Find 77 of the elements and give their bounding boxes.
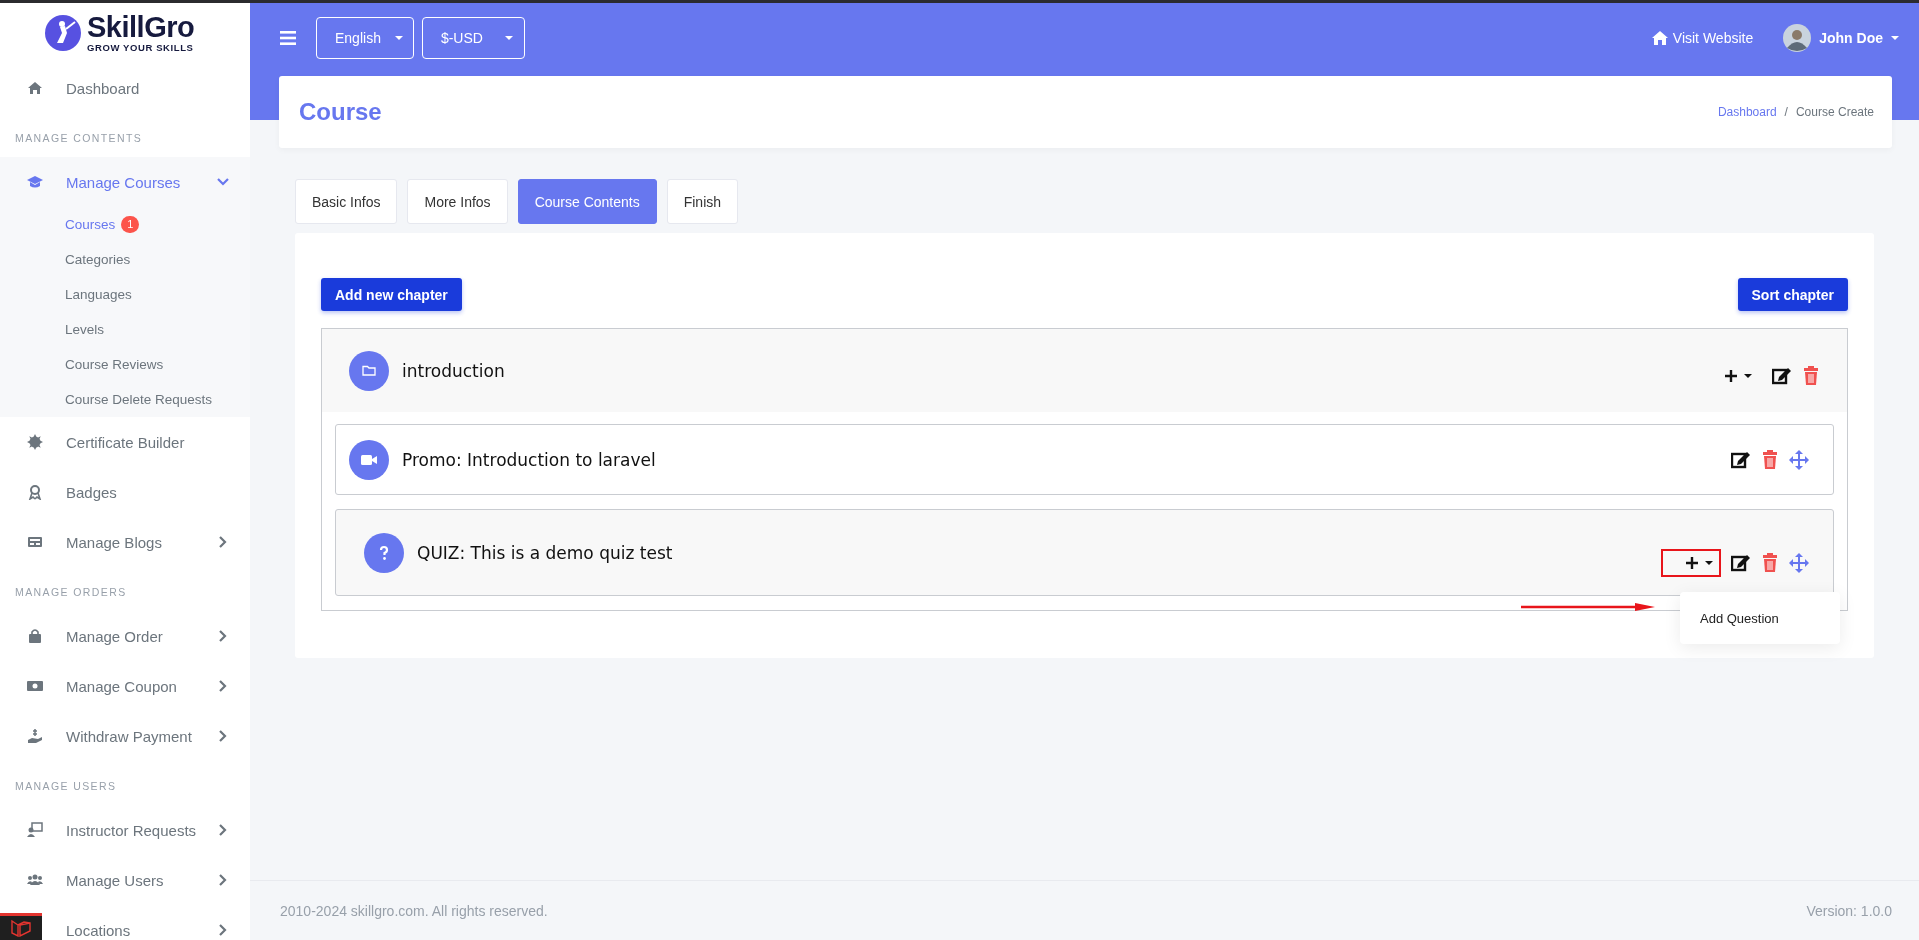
section-heading: MANAGE CONTENTS <box>14 131 144 146</box>
section-heading: MANAGE USERS <box>14 779 118 794</box>
sidebar-item[interactable]: Certificate Builder <box>0 417 250 467</box>
sidebar-item[interactable]: Manage Coupon <box>0 661 250 711</box>
edit-icon[interactable] <box>1772 365 1792 386</box>
menu-item[interactable]: Add Question <box>1700 610 1779 626</box>
sort-chapter-button[interactable]: Sort chapter <box>1737 278 1848 311</box>
tab[interactable]: Finish <box>666 179 739 224</box>
tab[interactable]: Basic Infos <box>295 179 398 224</box>
trash-icon[interactable] <box>1802 365 1820 386</box>
add-chapter-button[interactable]: Add new chapter <box>321 278 462 311</box>
sidebar-item[interactable]: Manage Users <box>0 855 250 905</box>
menu-icon[interactable] <box>280 30 296 46</box>
breadcrumb-link[interactable]: Dashboard <box>1717 105 1777 119</box>
sidebar-item[interactable]: Manage Blogs <box>0 517 250 567</box>
language-select[interactable]: English <box>316 17 414 59</box>
submenu-item[interactable]: Course Reviews <box>65 357 164 372</box>
breadcrumb-current: Course Create <box>1795 105 1874 119</box>
section-heading: MANAGE ORDERS <box>14 585 128 600</box>
instructor-board-icon <box>27 822 43 838</box>
edit-icon[interactable] <box>1731 449 1751 470</box>
caret-icon <box>394 36 403 40</box>
logo-icon <box>45 15 81 51</box>
video-camera-icon <box>349 439 389 480</box>
sidebar-item[interactable]: Locations <box>66 905 250 940</box>
logo-tagline: GROW YOUR SKILLS <box>87 43 195 53</box>
graduation-cap-icon <box>27 174 43 190</box>
version-text: Version: 1.0.0 <box>1806 902 1892 919</box>
trash-icon[interactable] <box>1761 449 1779 470</box>
award-icon <box>27 484 43 500</box>
page-title: Course <box>299 98 382 126</box>
home-icon <box>1650 29 1669 47</box>
sidebar-item[interactable]: Manage Courses <box>0 157 250 207</box>
trash-icon[interactable] <box>1761 552 1779 573</box>
sidebar-item[interactable]: Badges <box>0 467 250 517</box>
submenu-item[interactable]: Course Delete Requests <box>65 392 213 407</box>
logo-name: SkillGro <box>87 13 195 43</box>
visit-website-link[interactable]: Visit Website <box>1650 29 1754 47</box>
copyright-text: 2010-2024 skillgro.com. All rights reserved. <box>280 902 548 919</box>
caret-icon <box>1744 373 1752 378</box>
move-icon[interactable] <box>1789 552 1809 573</box>
lesson-title: Promo: Introduction to laravel <box>402 449 657 470</box>
sidebar-item[interactable]: Dashboard <box>0 63 250 113</box>
tab[interactable]: More Infos <box>407 179 508 224</box>
submenu-item[interactable]: Levels <box>65 322 105 337</box>
users-icon <box>27 872 43 888</box>
debugbar-icon[interactable] <box>0 913 42 940</box>
home-icon <box>27 80 43 96</box>
chapter-title: introduction <box>402 360 506 381</box>
currency-select[interactable]: $-USD <box>421 17 525 59</box>
shopping-bag-icon <box>27 628 43 644</box>
avatar-icon <box>1783 24 1812 52</box>
lesson-title: QUIZ: This is a demo quiz test <box>417 542 674 563</box>
breadcrumb-separator: / <box>1784 105 1788 119</box>
money-icon <box>27 678 43 694</box>
caret-icon <box>1891 36 1899 40</box>
newspaper-icon <box>27 534 43 550</box>
edit-icon[interactable] <box>1731 552 1751 573</box>
submenu-item[interactable]: Courses <box>65 217 116 232</box>
caret-icon <box>1705 560 1713 565</box>
folder-icon <box>349 350 389 391</box>
submenu-item[interactable]: Categories <box>65 252 131 267</box>
tab[interactable]: Course Contents <box>517 179 657 224</box>
sidebar-item[interactable]: Manage Order <box>0 611 250 661</box>
sidebar-item[interactable]: Instructor Requests <box>0 805 250 855</box>
caret-icon <box>504 36 513 40</box>
plus-icon <box>1685 555 1699 570</box>
plus-icon <box>1724 368 1738 383</box>
add-dropdown-button[interactable] <box>1661 548 1721 577</box>
hand-coin-icon <box>27 728 43 744</box>
submenu-item[interactable]: Languages <box>65 287 132 302</box>
move-icon[interactable] <box>1789 449 1809 470</box>
gear-icon <box>27 434 43 450</box>
user-menu[interactable]: John Doe <box>1783 24 1899 52</box>
question-mark-icon <box>364 532 404 573</box>
count-badge: 1 <box>121 215 140 234</box>
sidebar-item[interactable]: Withdraw Payment <box>0 711 250 761</box>
